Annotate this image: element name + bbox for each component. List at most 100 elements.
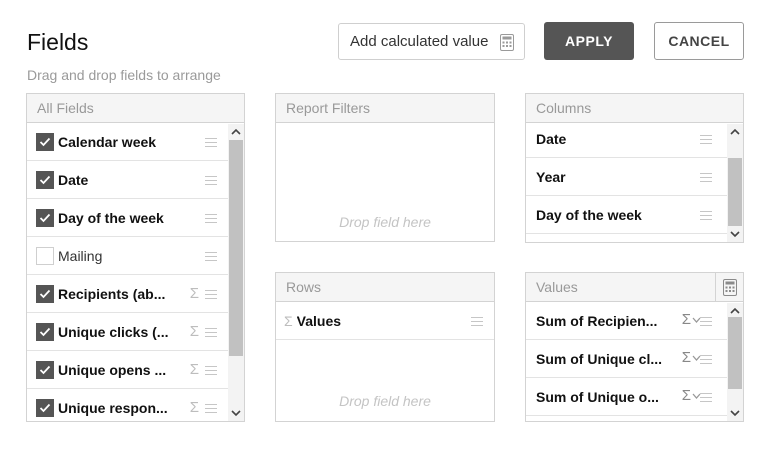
checkmark-icon [39,213,51,222]
drag-handle-icon[interactable] [205,214,217,223]
column-item-label: Date [536,130,567,147]
columns-scrollbar[interactable] [727,124,743,242]
field-item-label: Unique clicks (... [58,323,169,340]
sigma-icon: Σ [681,311,691,328]
sigma-icon: Σ [189,285,199,302]
all-fields-header: All Fields [27,94,244,123]
all-fields-panel: All Fields Calendar week Date Day of the w… [26,93,245,422]
rows-item-label: Values [296,312,342,329]
page-title: Fields [27,29,89,55]
rows-header: Rows [276,273,494,302]
rows-panel[interactable]: Rows Σ Values Drop field here [275,272,495,422]
chevron-up-icon[interactable] [231,128,241,136]
drag-handle-icon[interactable] [700,211,712,220]
field-item[interactable]: Day of the week [27,199,228,237]
sigma-icon: Σ [681,349,691,366]
checkmark-icon [39,175,51,184]
field-item[interactable]: Unique respon... Σ [27,389,228,421]
sigma-icon: Σ [189,361,199,378]
sigma-icon: Σ [189,399,199,416]
values-panel: Values Sum of Recipien... Σ Sum of Unique … [525,272,744,422]
columns-scroll-thumb[interactable] [728,158,742,226]
columns-panel: Columns Date Year Day of the week [525,93,744,243]
checkmark-icon [39,327,51,336]
field-item-label: Recipients (ab... [58,285,166,302]
drag-handle-icon[interactable] [205,176,217,185]
field-item-label: Unique opens ... [58,361,167,378]
drag-handle-icon[interactable] [205,404,217,413]
drag-handle-icon[interactable] [700,317,712,326]
drag-handle-icon[interactable] [700,355,712,364]
chevron-down-icon[interactable] [730,409,740,417]
value-item-label: Sum of Recipien... [536,312,658,329]
field-checkbox[interactable] [36,246,54,265]
drag-handle-icon[interactable] [205,366,217,375]
value-item[interactable]: Sum of Unique o... Σ [526,378,727,416]
report-filters-drop-hint: Drop field here [339,214,431,230]
field-item[interactable]: Calendar week [27,123,228,161]
all-fields-scrollbar[interactable] [228,124,244,421]
add-calculated-value-button[interactable]: Add calculated value [338,23,525,60]
field-item-label: Unique respon... [58,399,168,416]
value-item[interactable]: Sum of Recipien... Σ [526,302,727,340]
values-scroll-thumb[interactable] [728,317,742,389]
calculator-icon [500,34,514,55]
values-list: Sum of Recipien... Σ Sum of Unique cl... Σ S… [526,302,727,416]
checkmark-icon [39,289,51,298]
drag-handle-icon[interactable] [700,135,712,144]
drag-handle-icon[interactable] [205,328,217,337]
calculator-icon[interactable] [715,273,743,302]
report-filters-panel[interactable]: Report Filters Drop field here [275,93,495,242]
drag-handle-icon[interactable] [205,252,217,261]
drag-handle-icon[interactable] [205,138,217,147]
sigma-dropdown[interactable]: Σ [682,311,701,328]
field-item[interactable]: Unique opens ... Σ [27,351,228,389]
sigma-dropdown[interactable]: Σ [682,349,701,366]
column-item[interactable]: Day of the week [526,196,727,234]
chevron-up-icon[interactable] [730,307,740,315]
field-item[interactable]: Date [27,161,228,199]
field-checkbox[interactable] [36,284,54,303]
rows-item[interactable]: Σ Values [276,302,494,340]
value-item-label: Sum of Unique cl... [536,350,663,367]
drag-handle-icon[interactable] [700,393,712,402]
field-checkbox[interactable] [36,132,54,151]
field-item[interactable]: Recipients (ab... Σ [27,275,228,313]
checkmark-icon [39,403,51,412]
page-subtitle: Drag and drop fields to arrange [27,67,221,83]
field-checkbox[interactable] [36,322,54,341]
chevron-down-icon[interactable] [730,230,740,238]
apply-button[interactable]: APPLY [544,22,634,60]
column-item[interactable]: Date [526,120,727,158]
drag-handle-icon[interactable] [471,317,483,326]
all-fields-list: Calendar week Date Day of the week Mailing R… [27,123,228,421]
field-item-label: Mailing [58,247,103,264]
field-item-label: Calendar week [58,133,157,150]
checkmark-icon [39,365,51,374]
field-item[interactable]: Mailing [27,237,228,275]
all-fields-scroll-thumb[interactable] [229,140,243,356]
column-item-label: Year [536,168,566,185]
drag-handle-icon[interactable] [205,290,217,299]
column-item[interactable]: Year [526,158,727,196]
sigma-icon: Σ [284,312,293,329]
field-checkbox[interactable] [36,208,54,227]
column-item-label: Day of the week [536,206,642,223]
report-filters-header: Report Filters [276,94,494,123]
sigma-dropdown[interactable]: Σ [682,387,701,404]
cancel-button[interactable]: CANCEL [654,22,744,60]
field-checkbox[interactable] [36,398,54,417]
field-checkbox[interactable] [36,360,54,379]
value-item[interactable]: Sum of Unique cl... Σ [526,340,727,378]
chevron-up-icon[interactable] [730,128,740,136]
drag-handle-icon[interactable] [700,173,712,182]
checkmark-icon [39,137,51,146]
columns-header: Columns [526,94,743,123]
values-header: Values [526,273,743,302]
field-checkbox[interactable] [36,170,54,189]
field-item[interactable]: Unique clicks (... Σ [27,313,228,351]
values-scrollbar[interactable] [727,303,743,421]
sigma-icon: Σ [189,323,199,340]
sigma-icon: Σ [681,387,691,404]
chevron-down-icon[interactable] [231,409,241,417]
